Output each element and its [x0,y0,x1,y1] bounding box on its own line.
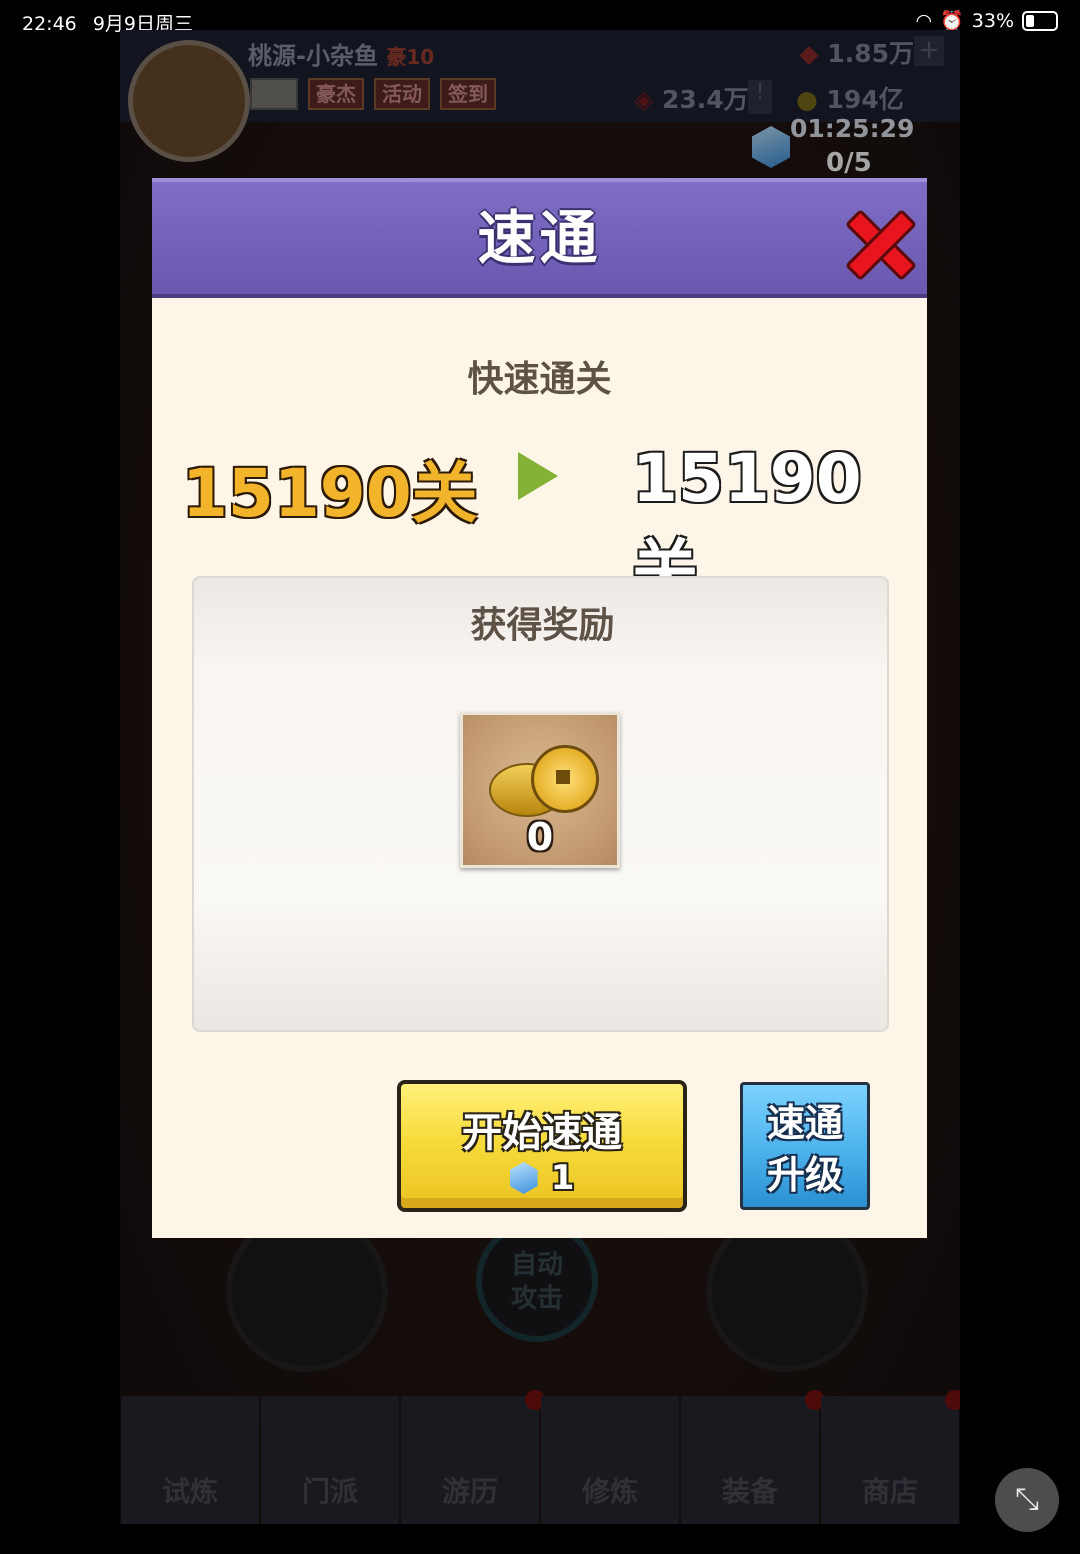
arrow-right-icon [518,452,558,500]
quick-clear-dialog: 速通 快速通关 15190关 15190关 获得奖励 0 开始速通 1 速通 升… [152,178,927,1238]
wifi-icon: ◠ [915,9,933,32]
status-indicators: ◠ ⏰ 33% [915,9,1058,32]
reward-title: 获得奖励 [470,605,615,646]
minimize-button[interactable]: ⤡ [995,1468,1059,1532]
status-clock: 22:46 [22,13,77,35]
alarm-icon: ⏰ [940,10,964,32]
cost-amount: 1 [550,1158,575,1198]
battery-icon [1022,10,1058,31]
upgrade-label-line2: 升级 [766,1153,843,1197]
coin-face [531,745,599,813]
current-level: 15190关 [182,455,478,532]
battery-percent: 33% [971,9,1014,32]
start-button-cost: 1 [401,1158,683,1198]
start-button-label: 开始速通 [462,1110,622,1156]
start-quick-clear-button[interactable]: 开始速通 1 [397,1080,687,1212]
upgrade-button-label: 速通 升级 [743,1097,867,1201]
reward-panel: 获得奖励 0 [192,576,889,1032]
gem-icon [509,1162,538,1194]
minimize-icon: ⤡ [1015,1482,1039,1517]
dialog-title: 速通 [477,204,602,272]
reward-item-coins[interactable]: 0 [460,712,620,868]
upgrade-label-line1: 速通 [766,1101,843,1145]
dialog-subtitle: 快速通关 [467,359,612,400]
upgrade-quick-clear-button[interactable]: 速通 升级 [740,1082,870,1210]
reward-count: 0 [526,815,554,859]
close-icon[interactable] [845,208,911,274]
coin-icon [489,741,599,821]
